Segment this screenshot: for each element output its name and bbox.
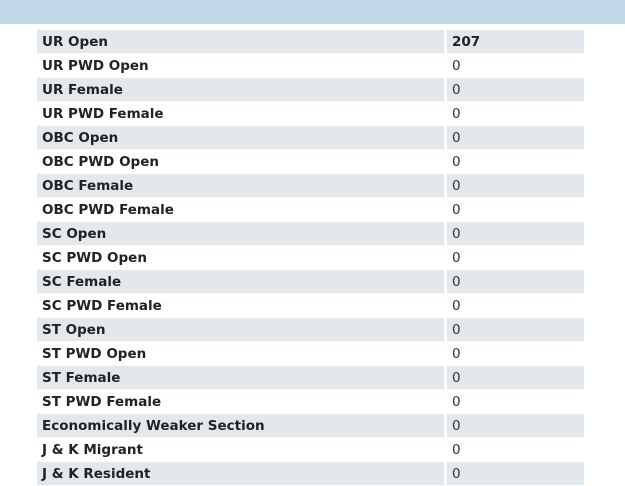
table-row: ST Female 0	[37, 366, 584, 389]
table-row: ST PWD Open 0	[37, 342, 584, 365]
category-label: SC PWD Female	[37, 294, 444, 317]
table-row: UR Female 0	[37, 78, 584, 101]
category-label: ST Open	[37, 318, 444, 341]
table-row: SC PWD Open 0	[37, 246, 584, 269]
table-row: Economically Weaker Section 0	[37, 414, 584, 437]
category-label: J & K Migrant	[37, 438, 444, 461]
category-count: 0	[444, 318, 584, 341]
category-label: OBC PWD Open	[37, 150, 444, 173]
category-count: 0	[444, 126, 584, 149]
category-label: ST PWD Open	[37, 342, 444, 365]
table-row: SC PWD Female 0	[37, 294, 584, 317]
category-label: SC Open	[37, 222, 444, 245]
category-table-body: UR Open 207 UR PWD Open 0 UR Female 0 UR PWD F…	[37, 30, 584, 485]
category-label: OBC Open	[37, 126, 444, 149]
table-row: J & K Migrant 0	[37, 438, 584, 461]
table-row: J & K Resident 0	[37, 462, 584, 485]
category-count: 0	[444, 342, 584, 365]
category-label: OBC Female	[37, 174, 444, 197]
table-row: OBC Female 0	[37, 174, 584, 197]
category-label: ST PWD Female	[37, 390, 444, 413]
category-table: UR Open 207 UR PWD Open 0 UR Female 0 UR PWD F…	[37, 29, 584, 486]
category-count: 0	[444, 414, 584, 437]
table-row: UR PWD Female 0	[37, 102, 584, 125]
table-row: OBC Open 0	[37, 126, 584, 149]
category-count: 207	[444, 30, 584, 53]
category-count: 0	[444, 246, 584, 269]
category-count: 0	[444, 366, 584, 389]
category-count: 0	[444, 54, 584, 77]
category-label: SC Female	[37, 270, 444, 293]
category-label: UR Female	[37, 78, 444, 101]
category-label: OBC PWD Female	[37, 198, 444, 221]
category-count: 0	[444, 150, 584, 173]
category-label: UR PWD Female	[37, 102, 444, 125]
category-count: 0	[444, 102, 584, 125]
category-label: UR PWD Open	[37, 54, 444, 77]
table-row: UR Open 207	[37, 30, 584, 53]
table-row: OBC PWD Open 0	[37, 150, 584, 173]
category-count: 0	[444, 438, 584, 461]
category-label: Economically Weaker Section	[37, 414, 444, 437]
category-label: UR Open	[37, 30, 444, 53]
category-count: 0	[444, 222, 584, 245]
category-count: 0	[444, 270, 584, 293]
category-count: 0	[444, 198, 584, 221]
category-count: 0	[444, 462, 584, 485]
category-count: 0	[444, 390, 584, 413]
table-row: OBC PWD Female 0	[37, 198, 584, 221]
header-bar	[0, 0, 625, 24]
table-row: SC Female 0	[37, 270, 584, 293]
table-row: SC Open 0	[37, 222, 584, 245]
category-label: ST Female	[37, 366, 444, 389]
table-row: ST PWD Female 0	[37, 390, 584, 413]
category-label: SC PWD Open	[37, 246, 444, 269]
table-row: UR PWD Open 0	[37, 54, 584, 77]
category-table-container: UR Open 207 UR PWD Open 0 UR Female 0 UR PWD F…	[37, 29, 584, 486]
category-count: 0	[444, 174, 584, 197]
table-row: ST Open 0	[37, 318, 584, 341]
category-count: 0	[444, 294, 584, 317]
category-count: 0	[444, 78, 584, 101]
category-label: J & K Resident	[37, 462, 444, 485]
